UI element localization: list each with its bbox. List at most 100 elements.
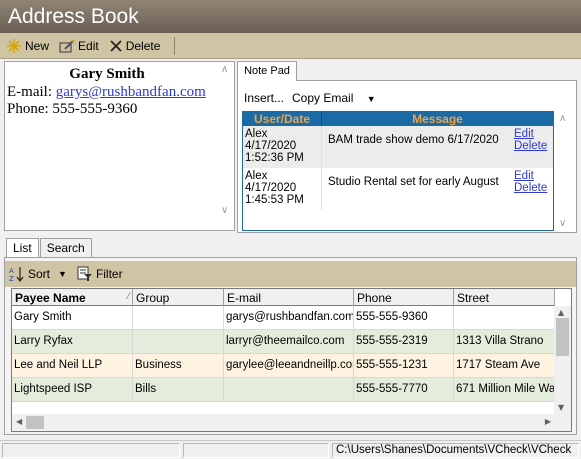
sort-az-icon: A Z — [9, 267, 24, 282]
edit-button[interactable]: Edit — [59, 38, 99, 54]
scroll-right-arrow-icon[interactable]: ▶ — [545, 417, 551, 426]
contact-phone-line: Phone: 555-555-9360 — [7, 101, 234, 118]
sort-button-label: Sort — [28, 267, 51, 281]
edit-button-label: Edit — [78, 38, 99, 53]
note-user: Alex — [245, 170, 268, 182]
notes-table-header: User/Date Message — [243, 112, 553, 126]
cell-phone: 555-555-7770 — [354, 378, 454, 401]
filter-icon — [77, 266, 92, 281]
scroll-up-chevron-icon[interactable]: ∧ — [221, 64, 228, 75]
scroll-down-arrow-icon[interactable]: ▼ — [558, 403, 564, 412]
note-edit-link[interactable]: Edit — [514, 170, 553, 182]
list-panel: A Z Sort ▼ Filter Payee Name ⁄ Group E-m… — [4, 257, 577, 435]
col-header-payee-name[interactable]: Payee Name ⁄ — [12, 289, 133, 306]
col-header-phone[interactable]: Phone — [354, 289, 454, 306]
table-row[interactable]: Larry Ryfax larryr@theemailco.com 555-555-… — [12, 330, 555, 354]
contact-name: Gary Smith — [69, 66, 145, 82]
svg-text:Z: Z — [9, 275, 14, 282]
vertical-scroll-thumb[interactable] — [556, 318, 569, 356]
note-time: 1:45:53 PM — [245, 194, 304, 206]
cell-phone: 555-555-1231 — [354, 354, 454, 377]
notepad-body: Insert... Copy Email ▼ User/Date Message… — [237, 80, 577, 233]
note-date: 4/17/2020 — [245, 140, 297, 152]
sort-dropdown-arrow-icon[interactable]: ▼ — [58, 269, 67, 279]
note-edit-link[interactable]: Edit — [514, 128, 553, 140]
toolbar-separator — [174, 36, 176, 55]
filter-button[interactable]: Filter — [77, 266, 123, 282]
status-bar: C:\Users\Shanes\Documents\VCheck\VCheck — [0, 440, 581, 459]
new-star-icon — [7, 38, 21, 53]
insert-menu[interactable]: Insert... — [244, 91, 284, 105]
status-pane-1 — [2, 443, 180, 458]
cell-street — [454, 306, 555, 329]
note-time: 1:52:36 PM — [245, 152, 304, 164]
tab-search[interactable]: Search — [39, 238, 92, 258]
cell-group: Bills — [133, 378, 224, 401]
main-toolbar: New Edit Delete — [0, 33, 581, 59]
notepad-panel: Note Pad Insert... Copy Email ▼ User/Dat… — [237, 61, 577, 233]
cell-payee-name: Larry Ryfax — [12, 330, 133, 353]
delete-button-label: Delete — [125, 38, 161, 53]
col-header-email[interactable]: E-mail — [224, 289, 354, 306]
payee-grid: Payee Name ⁄ Group E-mail Phone Street G… — [11, 288, 572, 432]
status-pane-2 — [183, 443, 329, 458]
dropdown-arrow-icon: ▼ — [366, 94, 376, 104]
copy-email-label: Copy Email — [292, 91, 354, 105]
scroll-up-chevron-icon[interactable]: ∧ — [559, 113, 566, 124]
header-user-date: User/Date — [243, 112, 322, 126]
col-header-street[interactable]: Street — [454, 289, 555, 306]
cell-payee-name: Lee and Neil LLP — [12, 354, 133, 377]
contact-email-link[interactable]: garys@rushbandfan.com — [56, 84, 206, 100]
cell-email: larryr@theemailco.com — [224, 330, 354, 353]
scroll-down-chevron-icon[interactable]: ∨ — [221, 205, 228, 216]
contact-email-line: E-mail: garys@rushbandfan.com — [7, 84, 234, 101]
tab-list[interactable]: List — [6, 238, 39, 258]
scroll-left-arrow-icon[interactable]: ◀ — [16, 417, 22, 426]
window-title: Address Book — [8, 5, 139, 28]
table-row[interactable]: Lee and Neil LLP Business garylee@leeandne… — [12, 354, 555, 378]
delete-button[interactable]: Delete — [109, 38, 161, 53]
scroll-up-arrow-icon[interactable]: ▲ — [558, 308, 564, 317]
contact-scrollbar[interactable]: ∧ ∨ — [217, 62, 234, 230]
email-label: E-mail: — [7, 84, 52, 100]
notes-scrollbar[interactable]: ∧ ∨ — [555, 111, 572, 231]
cell-payee-name: Gary Smith — [12, 306, 133, 329]
note-user-date: Alex 4/17/2020 1:52:36 PM — [243, 126, 322, 168]
note-message: Studio Rental set for early August — [328, 176, 499, 188]
cell-group — [133, 330, 224, 353]
cell-payee-name: Lightspeed ISP — [12, 378, 133, 401]
horizontal-scroll-thumb[interactable] — [26, 416, 44, 429]
new-button[interactable]: New — [6, 38, 49, 54]
scroll-down-chevron-icon[interactable]: ∨ — [559, 218, 566, 229]
sort-indicator-icon: ⁄ — [127, 291, 129, 301]
contact-phone: 555-555-9360 — [52, 101, 138, 117]
lower-tab-strip: List Search — [6, 238, 93, 258]
col-header-group[interactable]: Group — [133, 289, 224, 306]
cell-street: 671 Million Mile Way — [454, 378, 555, 401]
table-row[interactable]: Gary Smith garys@rushbandfan.com 555-555-9… — [12, 306, 555, 330]
sort-button[interactable]: A Z Sort ▼ — [9, 266, 67, 282]
new-button-label: New — [25, 38, 50, 53]
col-payee-name-label: Payee Name — [15, 291, 86, 305]
grid-vertical-scrollbar[interactable]: ▲ ▼ — [554, 306, 571, 414]
table-row[interactable]: Lightspeed ISP Bills 555-555-7770 671 Milli… — [12, 378, 555, 402]
cell-phone: 555-555-2319 — [354, 330, 454, 353]
cell-group — [133, 306, 224, 329]
cell-email — [224, 378, 354, 401]
note-message: BAM trade show demo 6/17/2020 — [328, 134, 499, 146]
svg-text:A: A — [9, 267, 14, 275]
note-delete-link[interactable]: Delete — [514, 140, 553, 152]
filter-button-label: Filter — [95, 267, 123, 281]
tab-note-pad[interactable]: Note Pad — [237, 61, 297, 81]
cell-street: 1717 Steam Ave — [454, 354, 555, 377]
copy-email-menu[interactable]: Copy Email ▼ — [292, 91, 384, 105]
note-row: Alex 4/17/2020 1:52:36 PM BAM trade show… — [243, 126, 553, 168]
notes-table: User/Date Message Alex 4/17/2020 1:52:36… — [242, 111, 554, 231]
grid-horizontal-scrollbar[interactable]: ◀ ▶ — [12, 414, 571, 431]
phone-label: Phone: — [7, 101, 49, 117]
cell-email: garys@rushbandfan.com — [224, 306, 354, 329]
note-delete-link[interactable]: Delete — [514, 182, 553, 194]
header-message: Message — [412, 112, 463, 126]
note-date: 4/17/2020 — [245, 182, 297, 194]
grid-header-row: Payee Name ⁄ Group E-mail Phone Street — [12, 289, 555, 306]
